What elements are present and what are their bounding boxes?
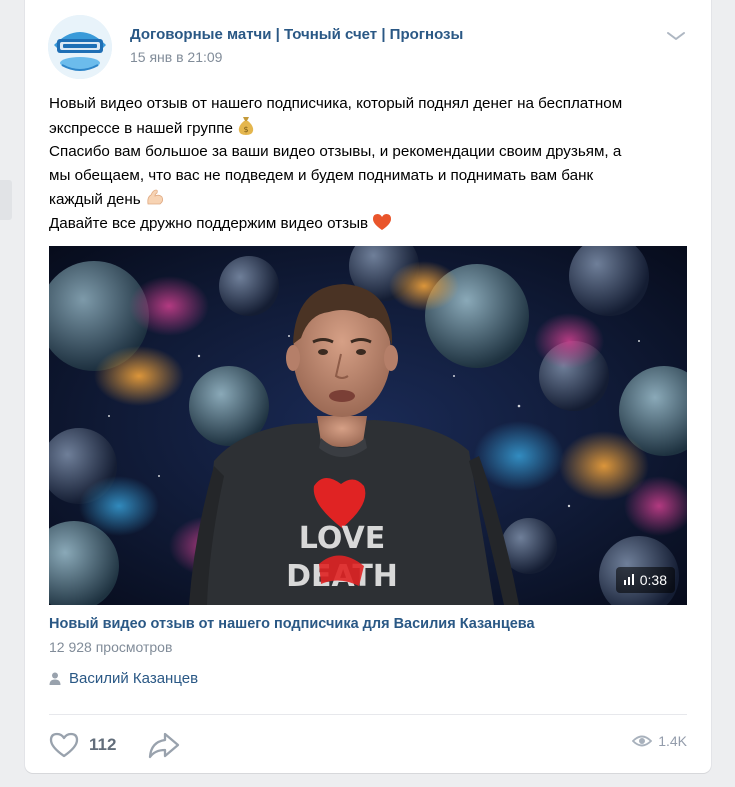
heart-icon	[49, 732, 79, 758]
video-author-name[interactable]: Василий Казанцев	[69, 670, 198, 687]
video-stats-icon	[623, 574, 634, 585]
post-card: Договорные матчи | Точный счет | Прогноз…	[25, 0, 711, 773]
shirt-text-love: LOVE	[299, 521, 385, 556]
video-duration-badge: 0:38	[615, 567, 675, 593]
money-bag-emoji-icon: $	[238, 116, 254, 135]
group-logo-icon	[48, 15, 112, 79]
post-text-line: каждый день	[49, 191, 141, 208]
post-text-line: Давайте все дружно поддержим видео отзыв	[49, 214, 369, 232]
video-title-link[interactable]: Новый видео отзыв от нашего подписчика д…	[49, 616, 535, 632]
video-author-link[interactable]: Василий Казанцев	[49, 670, 198, 687]
video-thumbnail: LOVE DEATH	[49, 246, 687, 605]
post-text-line: Новый видео отзыв от нашего подписчика, …	[49, 95, 623, 112]
svg-text:$: $	[243, 125, 248, 134]
chevron-down-icon[interactable]	[665, 28, 687, 44]
share-icon[interactable]	[147, 730, 181, 760]
post-views: 1.4K	[632, 733, 687, 749]
video-views-count: 12 928 просмотров	[49, 639, 173, 655]
video-player[interactable]: LOVE DEATH 0:38	[49, 246, 687, 605]
post-text-line-with-emoji: каждый день	[49, 187, 689, 212]
video-duration: 0:38	[639, 572, 667, 588]
post-text-line: экспрессе в нашей группе	[49, 119, 233, 137]
post-date-link[interactable]: 15 янв в 21:09	[130, 49, 222, 65]
sidebar-nav-highlight[interactable]	[0, 180, 12, 220]
post-author-link[interactable]: Договорные матчи | Точный счет | Прогноз…	[130, 26, 463, 43]
eye-icon	[632, 735, 653, 747]
orange-heart-emoji-icon	[373, 213, 392, 230]
flexed-biceps-emoji-icon	[147, 189, 163, 205]
group-avatar[interactable]	[48, 15, 112, 79]
user-icon	[49, 672, 61, 685]
page-left-edge	[0, 0, 12, 787]
post-text-line-with-emoji: экспрессе в нашей группе $	[49, 116, 689, 141]
post-text-line: мы обещаем, что вас не подведем и будем …	[49, 166, 594, 184]
post-text: Новый видео отзыв от нашего подписчика, …	[49, 92, 689, 235]
post-text-line: Спасибо вам большое за ваши видео отзывы…	[49, 143, 622, 160]
post-text-line-with-emoji: Давайте все дружно поддержим видео отзыв	[49, 212, 689, 236]
like-count: 112	[89, 735, 117, 754]
post-views-count: 1.4K	[658, 733, 687, 749]
like-button[interactable]: 112	[49, 729, 116, 761]
post-actions-divider	[49, 714, 687, 715]
